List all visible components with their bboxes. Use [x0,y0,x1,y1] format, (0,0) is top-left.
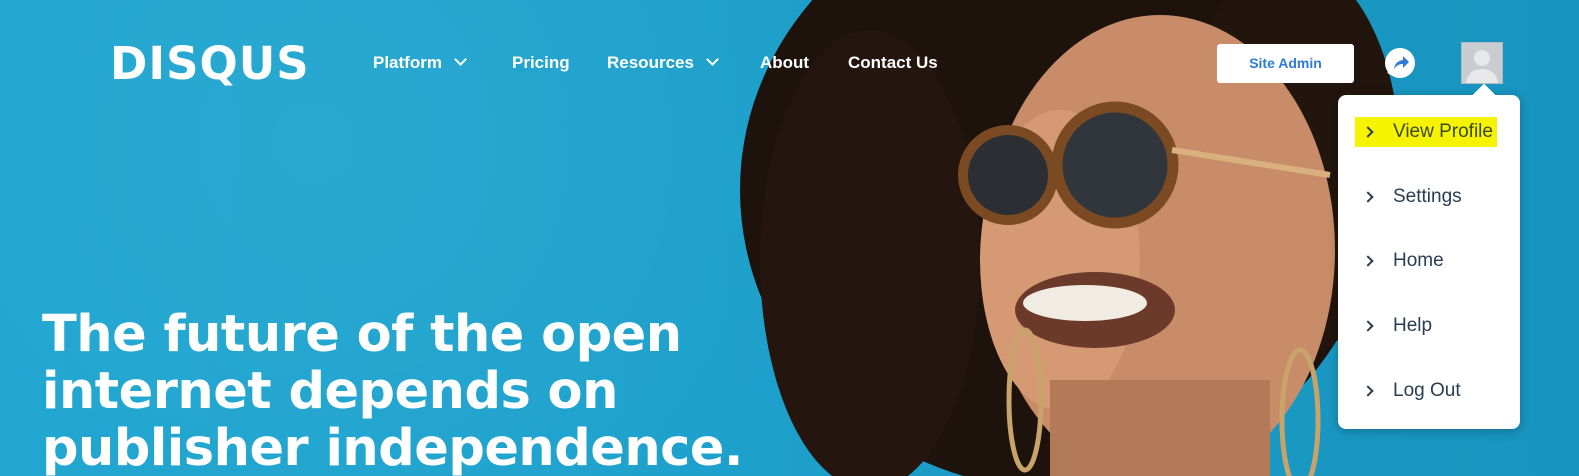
nav-about[interactable]: About [760,50,809,76]
menu-item-label: Home [1393,250,1444,271]
menu-item-label: View Profile [1355,117,1497,147]
chevron-right-icon [1362,191,1374,203]
nav-contact-us[interactable]: Contact Us [848,50,938,76]
chevron-right-icon [1362,255,1374,267]
menu-item-label: Help [1393,315,1433,336]
nav-contact-us-label: Contact Us [848,53,938,72]
nav-platform[interactable]: Platform [373,50,467,76]
chevron-down-icon [706,53,719,66]
site-admin-button[interactable]: Site Admin [1217,44,1354,83]
menu-item-log-out[interactable]: Log Out [1338,372,1520,412]
menu-item-label: Log Out [1393,380,1461,401]
chevron-right-icon [1362,385,1374,397]
nav-platform-label: Platform [373,53,442,72]
disqus-logo[interactable]: DISQUS [110,38,310,90]
menu-item-settings[interactable]: Settings [1338,178,1520,218]
menu-item-help[interactable]: Help [1338,307,1520,347]
nav-pricing-label: Pricing [512,53,570,72]
nav-resources-label: Resources [607,53,694,72]
nav-resources[interactable]: Resources [607,50,719,76]
hero-headline: The future of the open internet depends … [42,305,743,476]
default-avatar-icon[interactable] [1461,42,1503,84]
share-arrow-icon[interactable] [1384,47,1416,79]
menu-item-home[interactable]: Home [1338,242,1520,282]
chevron-right-icon [1362,320,1374,332]
chevron-down-icon [454,53,467,66]
hero-section: DISQUS Platform Pricing Resources About … [0,0,1579,476]
nav-about-label: About [760,53,810,72]
nav-pricing[interactable]: Pricing [512,50,570,76]
user-menu-dropdown: View Profile Settings Home Help Log Out [1338,95,1520,429]
menu-item-view-profile[interactable]: View Profile [1338,113,1520,153]
menu-item-label: Settings [1393,186,1462,207]
